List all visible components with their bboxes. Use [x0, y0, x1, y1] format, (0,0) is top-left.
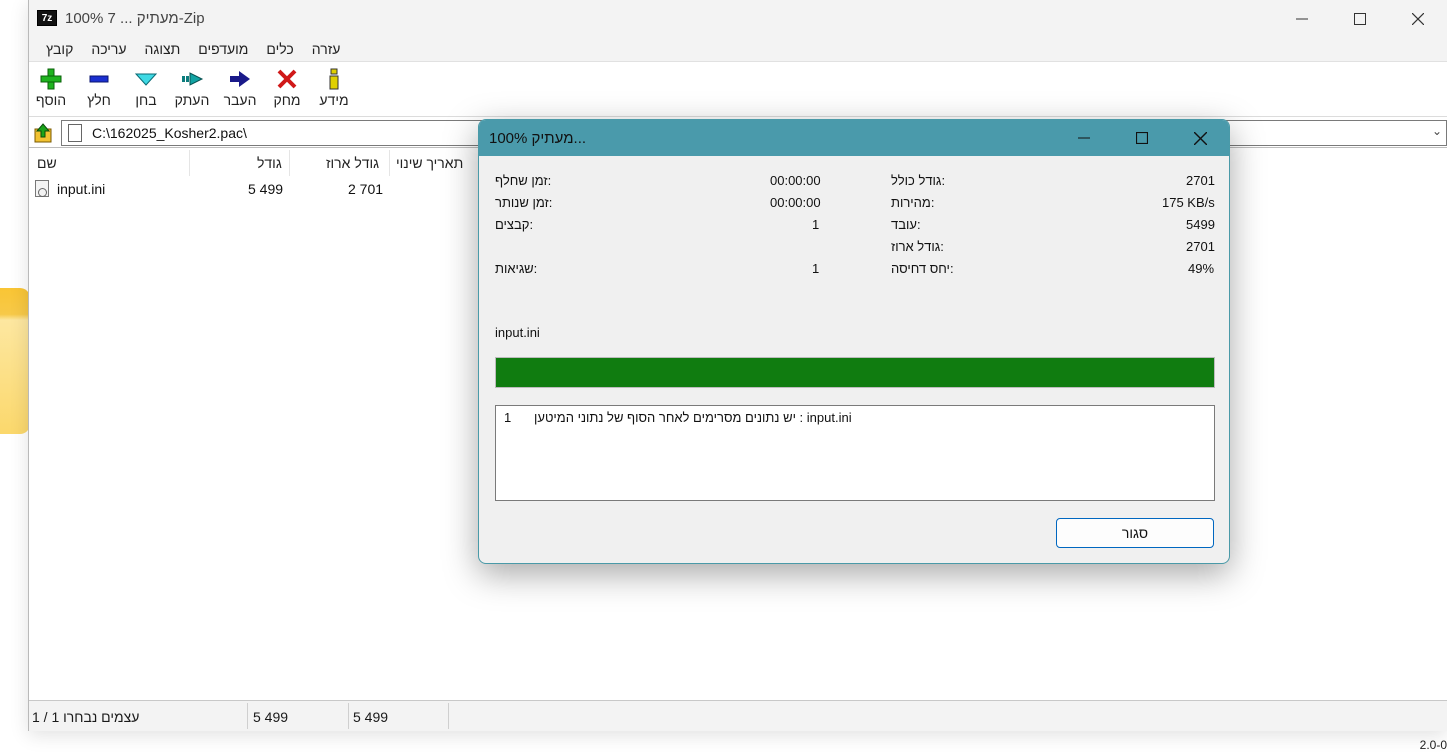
status-bar: 1 / 1 עצמים נבחרו 5 499 5 499	[29, 700, 1447, 731]
dialog-maximize-button[interactable]	[1113, 120, 1171, 156]
window-titlebar[interactable]: 7z 100% מעתיק ... 7-Zip	[29, 0, 1447, 37]
add-button[interactable]: הוסף	[29, 66, 73, 108]
elapsed-label: זמן שחלף:	[495, 173, 552, 188]
path-text: C:\162025_Kosher2.pac\	[92, 125, 247, 141]
dialog-titlebar[interactable]: 100% מעתיק...	[479, 120, 1229, 156]
maximize-icon	[1354, 12, 1366, 25]
menu-edit[interactable]: עריכה	[82, 41, 135, 57]
ratio-label: יחס דחיסה:	[891, 261, 954, 276]
menu-favorites[interactable]: מועדפים	[189, 41, 257, 57]
add-label: הוסף	[35, 92, 67, 108]
toolbar: הוסף חלץ בחן העתק העבר מחק מידע	[29, 62, 1447, 117]
progress-bar-fill	[496, 358, 1214, 387]
extract-progress-dialog: 100% מעתיק... זמן שחלף: 00:00:00 זמן שנו…	[478, 119, 1230, 564]
packed-size-value: 2701	[1186, 239, 1215, 254]
chevron-down-icon[interactable]: ⌄	[1432, 124, 1442, 138]
error-log[interactable]: 1 input.ini : יש נתונים מסרימים לאחר הסו…	[495, 405, 1215, 501]
dialog-minimize-button[interactable]	[1055, 120, 1113, 156]
extract-label: חלץ	[87, 92, 111, 108]
files-label: קבצים:	[495, 217, 534, 232]
app-icon: 7z	[37, 10, 57, 26]
check-chevron-icon	[134, 73, 158, 86]
current-file: input.ini	[495, 325, 540, 340]
info-label: מידע	[319, 92, 349, 108]
column-size[interactable]: גודל	[257, 155, 282, 171]
menu-bar: קובץ עריכה תצוגה מועדפים כלים עזרה	[29, 37, 1447, 62]
info-button[interactable]: מידע	[312, 66, 356, 108]
column-divider[interactable]	[289, 150, 290, 176]
file-packed-size: 2 701	[348, 181, 384, 197]
maximize-button[interactable]	[1331, 0, 1389, 37]
status-size: 5 499	[253, 709, 289, 725]
desktop-corner-label: 2.0-0	[1419, 738, 1447, 752]
packed-size-label: גודל ארוז:	[891, 239, 944, 254]
desktop-folder-icon[interactable]	[0, 288, 30, 434]
speed-label: מהירות:	[891, 195, 935, 210]
remaining-label: זמן שנותר:	[495, 195, 553, 210]
column-name[interactable]: שם	[37, 155, 57, 171]
copy-arrow-icon	[182, 72, 204, 86]
dialog-close-button[interactable]	[1171, 120, 1229, 156]
file-size: 5 499	[248, 181, 284, 197]
status-divider	[348, 703, 349, 729]
status-divider	[448, 703, 449, 729]
copy-label: העתק	[174, 92, 210, 108]
status-packed: 5 499	[353, 709, 389, 725]
remaining-value: 00:00:00	[770, 195, 821, 210]
status-divider	[247, 703, 248, 729]
maximize-icon	[1136, 132, 1148, 144]
log-message: input.ini : יש נתונים מסרימים לאחר הסוף …	[534, 410, 852, 425]
column-modified[interactable]: תאריך שינוי	[396, 155, 463, 171]
folder-up-button[interactable]	[33, 122, 53, 144]
plus-icon	[40, 68, 62, 90]
file-name: input.ini	[57, 181, 106, 197]
close-button[interactable]: סגור	[1056, 518, 1214, 548]
total-size-value: 2701	[1186, 173, 1215, 188]
close-icon	[1412, 12, 1424, 25]
delete-label: מחק	[273, 92, 301, 108]
menu-view[interactable]: תצוגה	[136, 41, 190, 57]
ini-file-icon	[35, 180, 49, 197]
log-count: 1	[504, 410, 512, 425]
move-label: העבר	[223, 92, 257, 108]
column-divider[interactable]	[189, 150, 190, 176]
minimize-button[interactable]	[1273, 0, 1331, 37]
progress-bar	[495, 357, 1215, 388]
elapsed-value: 00:00:00	[770, 173, 821, 188]
status-selection: 1 / 1 עצמים נבחרו	[32, 709, 140, 725]
test-button[interactable]: בחן	[124, 66, 168, 108]
column-packed-size[interactable]: גודל ארוז	[326, 155, 379, 171]
column-divider[interactable]	[389, 150, 390, 176]
document-icon	[68, 124, 82, 142]
minimize-icon	[1078, 137, 1090, 139]
errors-label: שגיאות:	[495, 261, 538, 276]
move-arrow-icon	[230, 71, 250, 87]
info-icon	[329, 68, 339, 90]
minimize-icon	[1296, 18, 1308, 19]
window-title: 100% מעתיק ... 7-Zip	[65, 10, 205, 27]
move-button[interactable]: העבר	[218, 66, 262, 108]
menu-file[interactable]: קובץ	[37, 41, 82, 57]
extract-button[interactable]: חלץ	[77, 66, 121, 108]
errors-value: 1	[812, 261, 820, 276]
ratio-value: 49%	[1188, 261, 1215, 276]
processed-label: עובד:	[891, 217, 921, 232]
menu-help[interactable]: עזרה	[303, 41, 350, 57]
menu-tools[interactable]: כלים	[257, 41, 302, 57]
dialog-title: 100% מעתיק...	[489, 130, 587, 147]
total-size-label: גודל כולל:	[891, 173, 946, 188]
processed-value: 5499	[1186, 217, 1215, 232]
copy-button[interactable]: העתק	[170, 66, 214, 108]
test-label: בחן	[135, 92, 157, 108]
folder-up-icon	[34, 123, 52, 143]
close-icon	[1193, 131, 1207, 145]
files-value: 1	[812, 217, 820, 232]
close-window-button[interactable]	[1389, 0, 1447, 37]
minus-icon	[89, 75, 109, 83]
delete-button[interactable]: מחק	[265, 66, 309, 108]
delete-x-icon	[277, 69, 297, 89]
speed-value: 175 KB/s	[1162, 195, 1215, 210]
